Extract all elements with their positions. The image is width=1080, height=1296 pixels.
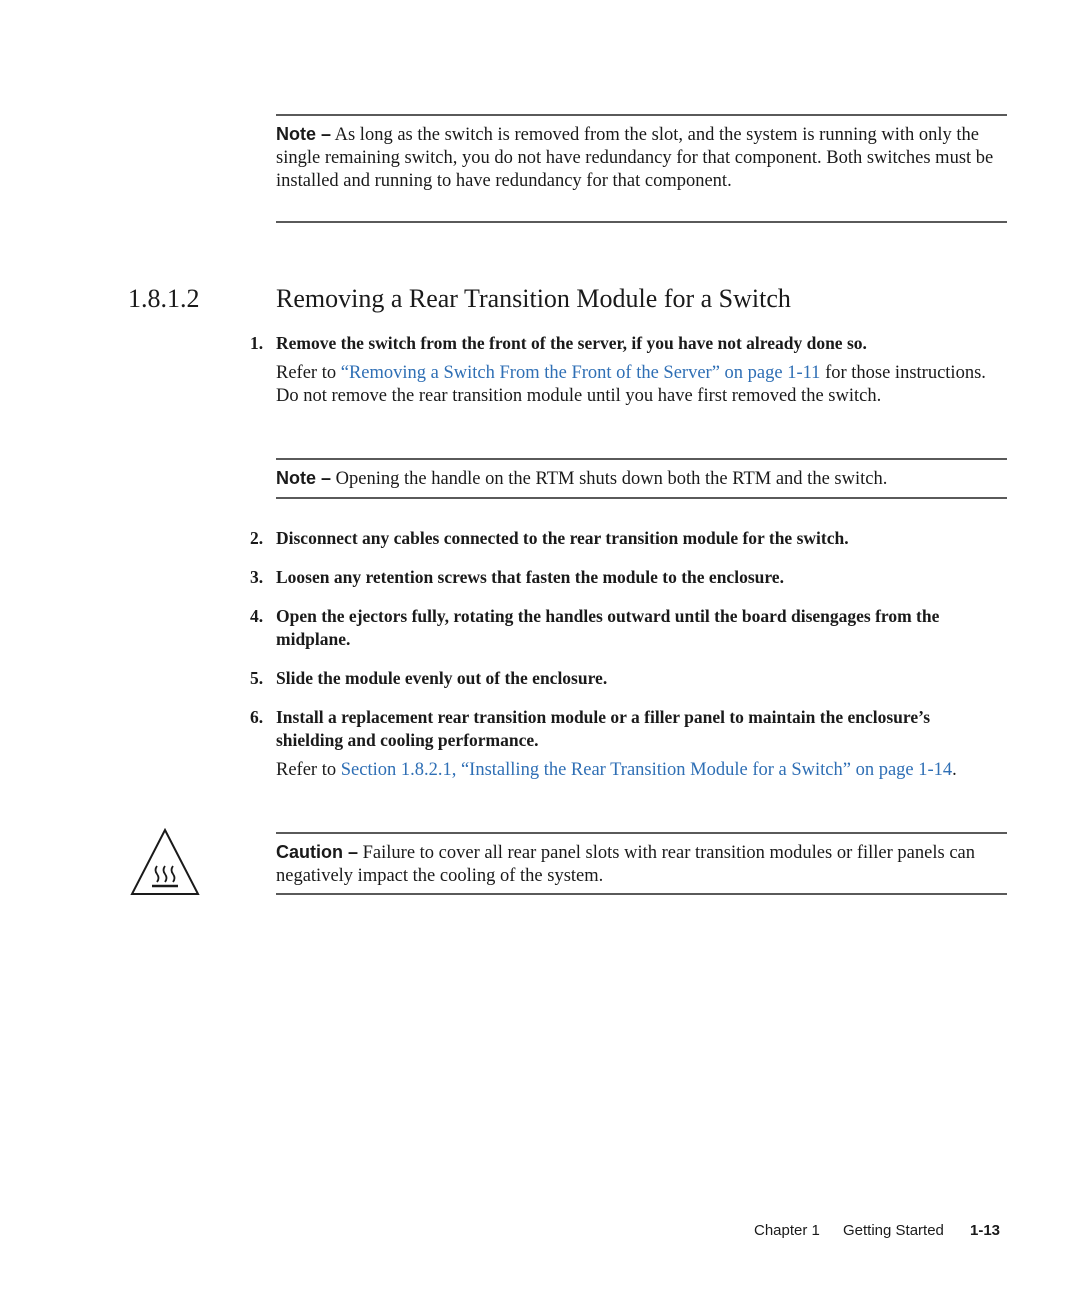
- note-text: As long as the switch is removed from th…: [276, 125, 994, 191]
- note-top-rule: [276, 458, 1007, 460]
- caution-block: Caution – Failure to cover all rear pane…: [276, 841, 1011, 888]
- step-detail: Refer to “Removing a Switch From the Fro…: [276, 362, 1011, 408]
- step-item: 4. Open the ejectors fully, rotating the…: [250, 605, 1000, 651]
- step-text: Install a replacement rear transition mo…: [276, 707, 931, 750]
- detail-prefix: Refer to: [276, 363, 341, 383]
- section-title: Removing a Rear Transition Module for a …: [276, 284, 791, 313]
- note-bottom-rule: [276, 221, 1007, 223]
- step-text: Slide the module evenly out of the enclo…: [276, 668, 608, 688]
- footer-chapter-title: Getting Started: [843, 1222, 944, 1239]
- step-number: 2.: [250, 528, 264, 548]
- step-text: Remove the switch from the front of the …: [276, 333, 867, 353]
- step-detail: Refer to Section 1.8.2.1, “Installing th…: [276, 759, 976, 782]
- step-number: 1.: [250, 333, 264, 353]
- caution-text: Failure to cover all rear panel slots wi…: [276, 843, 975, 886]
- detail-prefix: Refer to: [276, 760, 341, 780]
- hot-surface-warning-icon: [130, 828, 200, 895]
- cross-reference-link[interactable]: “Removing a Switch From the Front of the…: [341, 363, 821, 383]
- note-top-rule: [276, 114, 1007, 116]
- note-bottom-rule: [276, 497, 1007, 499]
- step-item: 3. Loosen any retention screws that fast…: [250, 566, 1010, 589]
- footer-chapter: Chapter 1: [754, 1222, 820, 1239]
- step-number: 3.: [250, 567, 264, 587]
- step-number: 5.: [250, 668, 264, 688]
- note-label: Note –: [276, 468, 332, 488]
- step-text: Open the ejectors fully, rotating the ha…: [276, 606, 940, 649]
- detail-suffix: .: [952, 760, 957, 780]
- step-item: 6. Install a replacement rear transition…: [250, 706, 970, 752]
- step-item: 2. Disconnect any cables connected to th…: [250, 527, 1010, 550]
- step-text: Disconnect any cables connected to the r…: [276, 528, 849, 548]
- caution-bottom-rule: [276, 893, 1007, 895]
- caution-top-rule: [276, 832, 1007, 834]
- section-number: 1.8.1.2: [128, 284, 200, 313]
- step-item: 5. Slide the module evenly out of the en…: [250, 667, 1010, 690]
- caution-label: Caution –: [276, 842, 359, 862]
- step-number: 6.: [250, 707, 264, 727]
- note-text: Opening the handle on the RTM shuts down…: [331, 469, 888, 489]
- step-number: 4.: [250, 606, 264, 626]
- step-text: Loosen any retention screws that fasten …: [276, 567, 784, 587]
- cross-reference-link[interactable]: Section 1.8.2.1, “Installing the Rear Tr…: [341, 760, 952, 780]
- note-block: Note – Opening the handle on the RTM shu…: [276, 467, 1007, 491]
- page-number: 1-13: [970, 1222, 1001, 1239]
- note-block: Note – As long as the switch is removed …: [276, 123, 1007, 193]
- step-item: 1. Remove the switch from the front of t…: [250, 332, 1010, 355]
- note-label: Note –: [276, 124, 332, 144]
